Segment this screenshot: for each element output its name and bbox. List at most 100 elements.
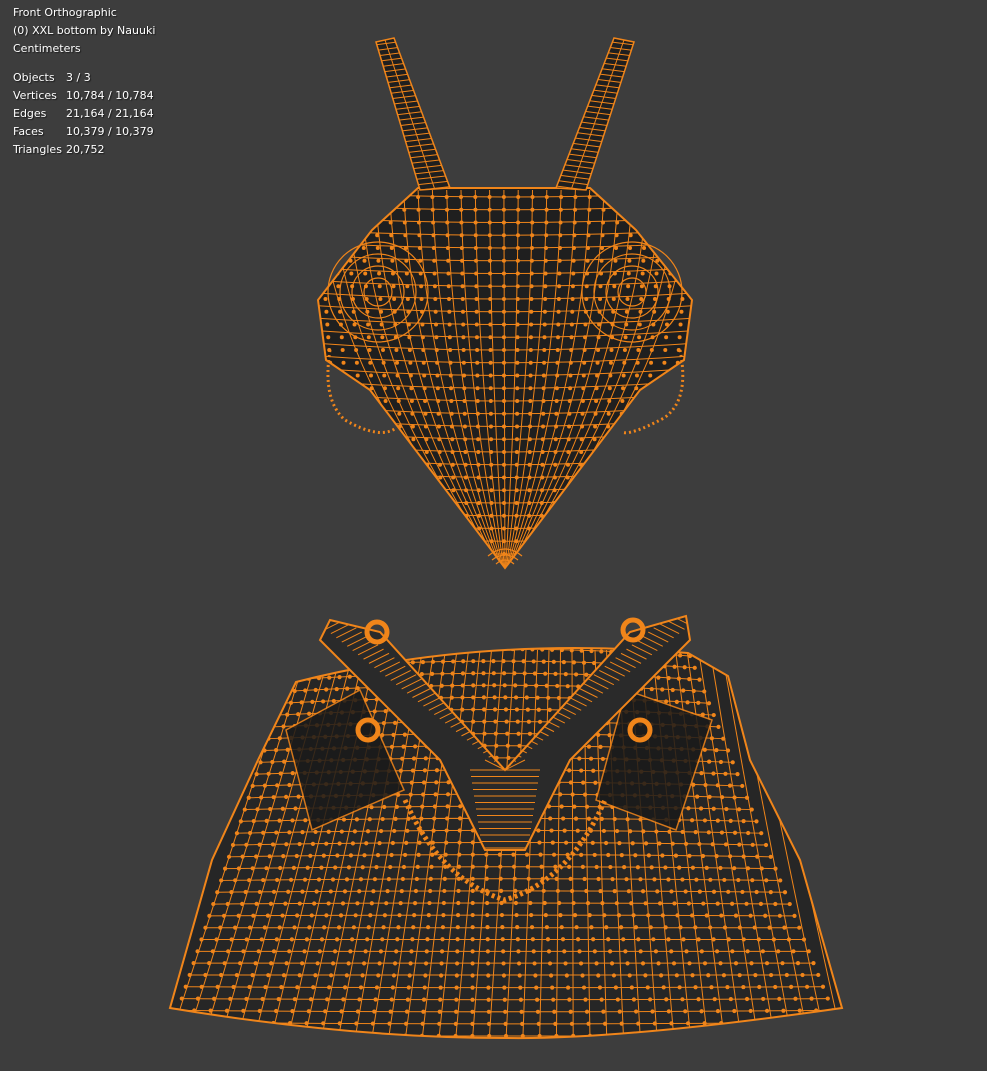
wire-vertex xyxy=(608,864,613,870)
wire-vertex xyxy=(674,699,679,704)
wire-vertex xyxy=(288,700,294,705)
wire-vertex xyxy=(348,462,353,467)
wire-vertex xyxy=(670,687,675,693)
wire-vertex xyxy=(389,852,394,858)
wire-vertex xyxy=(625,817,630,822)
wire-vertex xyxy=(246,795,251,800)
wire-vertex xyxy=(321,699,326,704)
wire-vertex xyxy=(258,760,263,765)
wire-vertex xyxy=(707,759,712,764)
wire-vertex xyxy=(580,973,585,978)
wire-vertex xyxy=(315,961,320,966)
wire-vertex xyxy=(391,552,396,556)
wire-vertex xyxy=(695,794,700,799)
wire-vertex xyxy=(218,925,223,930)
wire-vertex xyxy=(221,913,227,918)
wire-vertex xyxy=(604,840,609,846)
wire-vertex xyxy=(772,1032,777,1037)
wire-vertex xyxy=(489,539,494,544)
wire-vertex xyxy=(736,877,741,883)
3d-viewport[interactable]: Front Orthographic (0) XXL bottom by Nau… xyxy=(0,0,987,1071)
wire-vertex xyxy=(486,985,491,990)
wire-vertex xyxy=(593,424,598,429)
wire-vertex xyxy=(598,888,603,894)
wire-vertex xyxy=(654,829,659,834)
wire-vertex xyxy=(572,233,577,238)
wire-vertex xyxy=(440,564,445,568)
wire-vertex xyxy=(395,360,400,365)
wire-vertex xyxy=(764,961,770,966)
wire-vertex xyxy=(432,284,437,289)
wire-vertex xyxy=(437,1009,442,1014)
wire-vertex xyxy=(487,195,492,199)
wire-vertex xyxy=(529,322,534,327)
wire-vertex xyxy=(705,1033,710,1038)
wire-vertex xyxy=(224,1008,230,1013)
wire-vertex xyxy=(670,841,675,846)
wire-vertex xyxy=(402,732,407,737)
wire-vertex xyxy=(736,807,742,812)
skirt-bottom-mesh[interactable] xyxy=(168,614,844,1040)
wire-vertex xyxy=(211,901,216,907)
wire-vertex xyxy=(349,475,354,480)
wire-vertex xyxy=(398,901,403,906)
units-label: Centimeters xyxy=(13,42,81,55)
wire-vertex xyxy=(215,984,220,989)
wire-vertex xyxy=(377,271,382,276)
bra-top-mesh[interactable] xyxy=(300,36,710,582)
wire-vertex xyxy=(390,840,395,846)
wire-vertex xyxy=(643,220,648,225)
wire-vertex xyxy=(487,246,492,250)
wire-vertex xyxy=(615,488,620,493)
wire-vertex xyxy=(541,424,546,429)
wire-vertex xyxy=(626,284,631,289)
wire-vertex xyxy=(405,284,410,289)
wire-vertex xyxy=(614,233,619,238)
wire-vertex xyxy=(488,309,493,314)
wire-vertex xyxy=(643,901,648,906)
wire-vertex xyxy=(501,424,506,429)
wire-vertex xyxy=(741,819,746,824)
wire-vertex xyxy=(516,731,521,736)
wire-vertex xyxy=(529,297,534,301)
wire-vertex xyxy=(551,852,557,857)
wire-vertex xyxy=(778,878,783,883)
wire-vertex xyxy=(633,925,639,930)
wire-vertex xyxy=(436,411,441,416)
wire-vertex xyxy=(676,676,682,681)
wire-vertex xyxy=(274,830,279,835)
wire-vertex xyxy=(656,233,661,238)
wire-vertex xyxy=(280,913,285,918)
mesh-canvas[interactable] xyxy=(0,0,987,1071)
wire-vertex xyxy=(253,961,258,966)
wire-vertex xyxy=(489,526,494,531)
wire-vertex xyxy=(597,985,603,990)
wire-vertex xyxy=(741,937,746,942)
wire-vertex xyxy=(526,552,531,556)
wire-vertex xyxy=(546,949,552,954)
wire-vertex xyxy=(354,552,359,556)
wire-vertex xyxy=(560,937,566,942)
wire-edge xyxy=(384,39,436,190)
wire-vertex xyxy=(423,756,428,761)
wire-vertex xyxy=(362,488,367,493)
wire-vertex xyxy=(504,719,509,724)
viewport-info-overlay: Front Orthographic (0) XXL bottom by Nau… xyxy=(13,4,155,159)
wire-vertex xyxy=(577,501,582,505)
wire-vertex xyxy=(579,768,584,773)
wire-vertex xyxy=(403,852,408,858)
wire-vertex xyxy=(501,659,506,664)
wire-vertex xyxy=(624,877,629,882)
wire-vertex xyxy=(435,360,440,365)
wire-vertex xyxy=(354,348,359,352)
wire-vertex xyxy=(741,984,746,990)
wire-vertex xyxy=(300,961,305,966)
wire-vertex xyxy=(387,195,392,199)
wire-vertex xyxy=(515,424,520,429)
wire-vertex xyxy=(264,818,269,823)
wire-vertex xyxy=(455,912,461,918)
wire-vertex xyxy=(391,284,396,289)
wire-vertex xyxy=(359,207,364,212)
wire-vertex xyxy=(501,335,506,340)
wire-vertex xyxy=(613,985,618,990)
